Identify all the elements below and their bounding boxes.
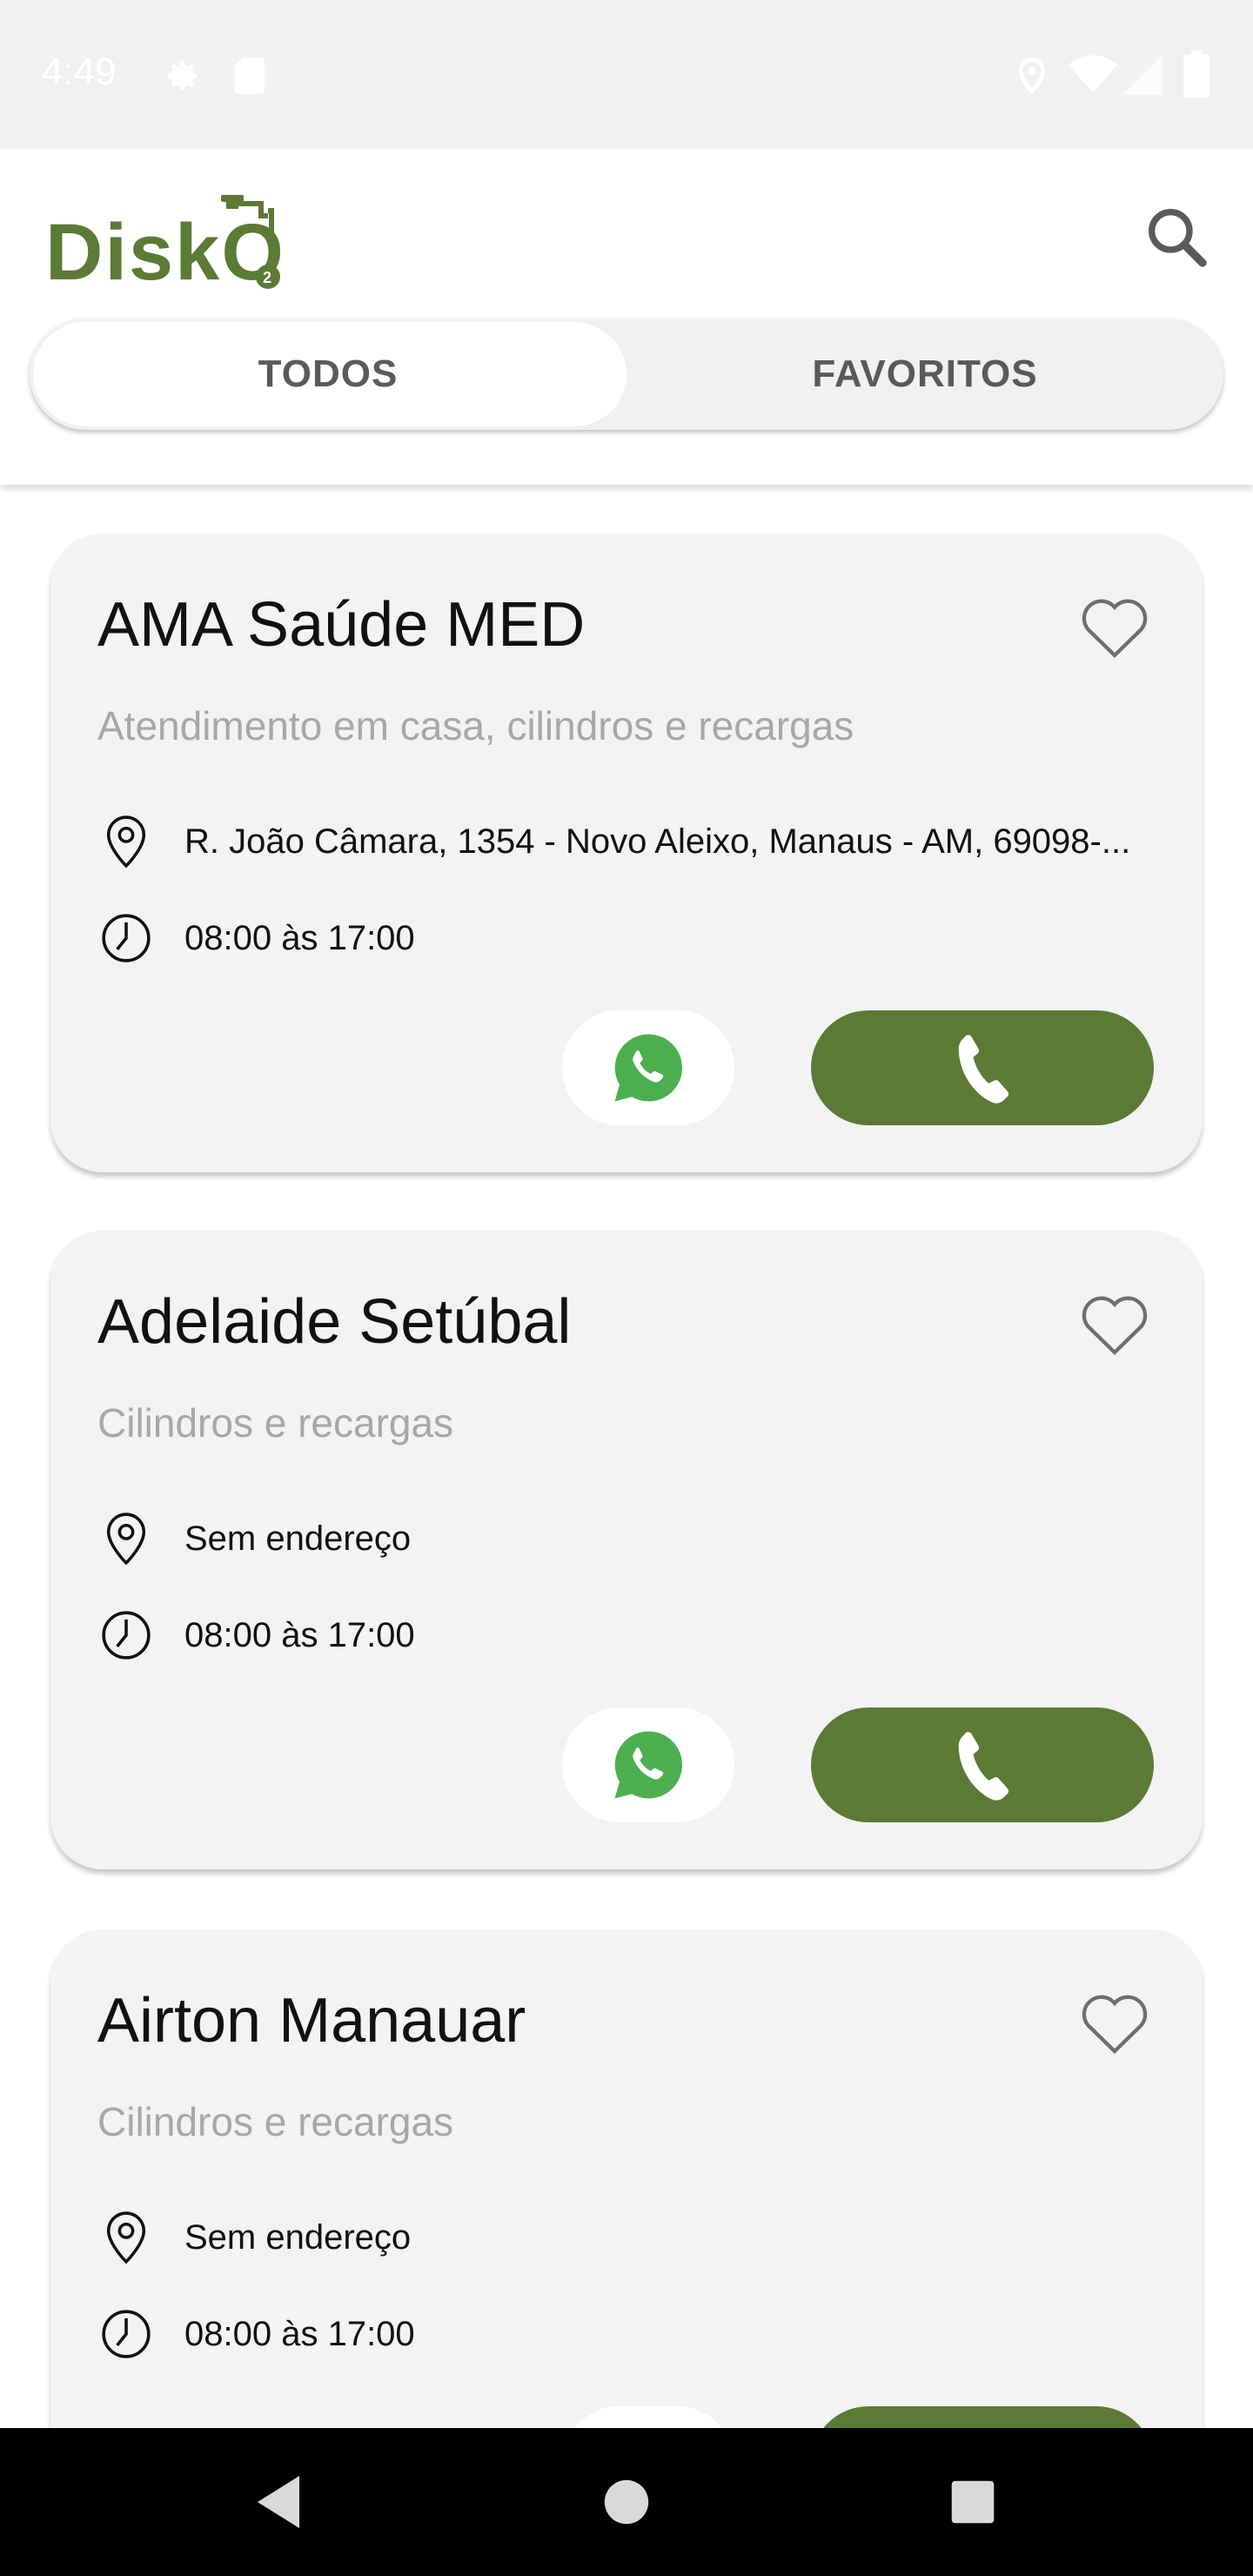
card-subtitle: Cilindros e recargas (97, 2099, 454, 2144)
whatsapp-icon (614, 1034, 683, 1102)
search-button[interactable] (1142, 202, 1211, 272)
favorite-heart-icon[interactable] (1077, 591, 1152, 661)
address-text: Sem endereço (184, 2217, 412, 2257)
address-row: Sem endereço (99, 1508, 411, 1569)
hours-row: 08:00 às 17:00 (99, 1605, 415, 1666)
favorite-heart-icon[interactable] (1077, 1987, 1152, 2056)
whatsapp-button[interactable] (562, 1010, 734, 1125)
hours-row: 08:00 às 17:00 (99, 908, 415, 969)
recents-square-icon (951, 2480, 995, 2524)
battery-icon (1183, 50, 1209, 97)
tab-favoritos[interactable]: FAVORITOS (626, 319, 1223, 430)
address-row: R. João Câmara, 1354 - Novo Aleixo, Mana… (99, 811, 1130, 872)
card-title: Adelaide Setúbal (97, 1287, 572, 1357)
whatsapp-icon (614, 1731, 683, 1799)
tab-switcher: TODOS FAVORITOS (30, 319, 1223, 430)
supplier-card[interactable]: Airton Manauar Cilindros e recargas Sem … (50, 1929, 1203, 2428)
clock-icon (102, 1611, 151, 1660)
supplier-card[interactable]: AMA Saúde MED Atendimento em casa, cilin… (50, 533, 1203, 1172)
system-nav-bar (0, 2428, 1253, 2576)
call-button[interactable] (811, 2406, 1154, 2428)
clock-icon (102, 2310, 151, 2358)
hours-text: 08:00 às 17:00 (184, 918, 415, 957)
status-bar: 4:49 (0, 0, 1253, 150)
nav-recents-button[interactable] (938, 2467, 1008, 2537)
clock-icon (102, 914, 151, 963)
tab-todos[interactable]: TODOS (30, 319, 626, 430)
call-button[interactable] (811, 1010, 1154, 1125)
location-pin-icon (106, 815, 146, 869)
card-title: Airton Manauar (97, 1986, 526, 2056)
sd-card-icon (234, 57, 265, 94)
favorite-heart-icon[interactable] (1077, 1288, 1152, 1358)
location-icon (1018, 57, 1046, 95)
gear-icon (167, 60, 198, 91)
supplier-card[interactable]: Adelaide Setúbal Cilindros e recargas Se… (50, 1231, 1203, 1869)
whatsapp-button[interactable] (562, 2406, 734, 2428)
hours-text: 08:00 às 17:00 (184, 2314, 415, 2353)
call-button[interactable] (811, 1707, 1154, 1822)
app-header: DiskO 2 TODOS FAVORITOS (0, 150, 1253, 485)
nav-back-button[interactable] (244, 2467, 313, 2537)
signal-icon (1122, 55, 1163, 95)
phone-icon (958, 1035, 1009, 1104)
hours-row: 08:00 às 17:00 (99, 2304, 415, 2365)
whatsapp-button[interactable] (562, 1707, 734, 1822)
address-text: R. João Câmara, 1354 - Novo Aleixo, Mana… (184, 822, 1131, 861)
card-subtitle: Atendimento em casa, cilindros e recarga… (97, 703, 854, 748)
address-text: Sem endereço (184, 1519, 412, 1558)
address-row: Sem endereço (99, 2207, 411, 2268)
nav-home-button[interactable] (592, 2467, 661, 2537)
card-title: AMA Saúde MED (97, 590, 586, 660)
search-icon (1149, 208, 1207, 267)
svg-text:2: 2 (263, 269, 271, 286)
hours-text: 08:00 às 17:00 (184, 1615, 415, 1654)
home-circle-icon (604, 2479, 649, 2525)
location-pin-icon (106, 2211, 146, 2264)
back-triangle-icon (258, 2476, 299, 2528)
card-subtitle: Cilindros e recargas (97, 1400, 454, 1446)
status-time: 4:49 (42, 50, 117, 93)
location-pin-icon (106, 1513, 146, 1566)
oxygen-cylinder-icon: 2 (221, 195, 280, 289)
phone-icon (958, 1732, 1009, 1801)
wifi-icon (1069, 55, 1117, 93)
supplier-list: AMA Saúde MED Atendimento em casa, cilin… (0, 485, 1253, 2428)
